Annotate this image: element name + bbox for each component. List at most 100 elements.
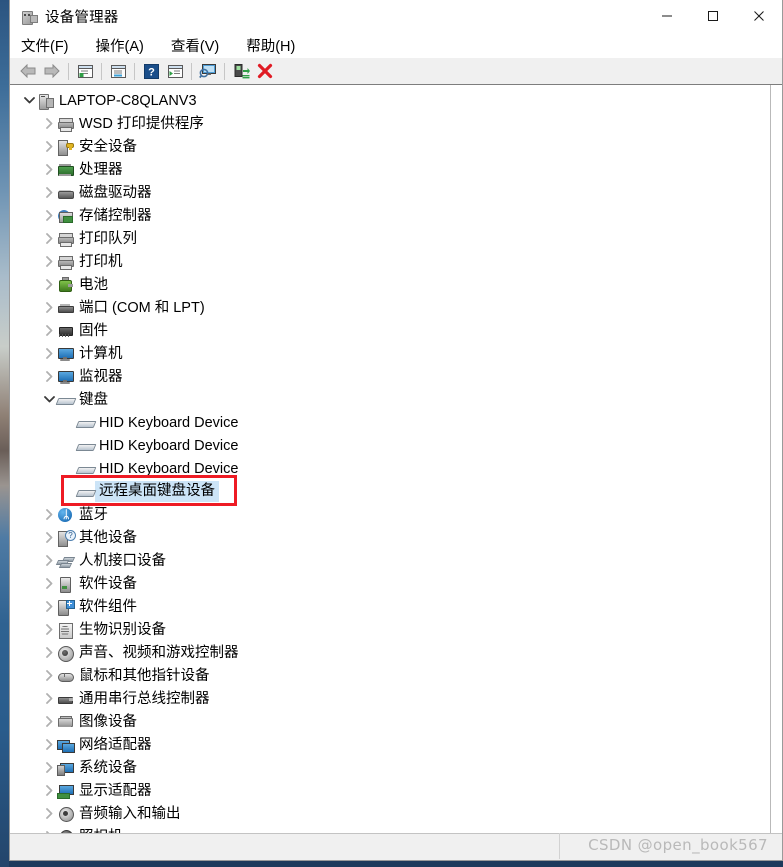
red-x-icon: [257, 63, 273, 79]
menu-file[interactable]: 文件(F): [19, 33, 71, 58]
chevron-right-icon[interactable]: [42, 687, 56, 710]
maximize-button[interactable]: [690, 0, 736, 32]
tree-row-label: 生物识别设备: [79, 621, 166, 638]
tree-row[interactable]: 固件: [10, 319, 770, 342]
tree-row[interactable]: 鼠标和其他指针设备: [10, 664, 770, 687]
chevron-right-icon[interactable]: [42, 779, 56, 802]
chevron-right-icon[interactable]: [42, 342, 56, 365]
tree-row-root[interactable]: LAPTOP-C8QLANV3: [10, 89, 770, 112]
chevron-right-icon[interactable]: [42, 618, 56, 641]
toolbar: ?: [10, 58, 782, 85]
chevron-right-icon[interactable]: [42, 503, 56, 526]
tree-row[interactable]: 监视器: [10, 365, 770, 388]
close-button[interactable]: [736, 0, 782, 32]
device-manager-window: 设备管理器 文件(F) 操作(A) 查看(V) 帮助(H) ? LAPTOP-C…: [9, 0, 783, 861]
tree-row[interactable]: 网络适配器: [10, 733, 770, 756]
tree-row[interactable]: 打印机: [10, 250, 770, 273]
chevron-right-icon[interactable]: [42, 135, 56, 158]
tree-row[interactable]: 打印队列: [10, 227, 770, 250]
chevron-right-icon[interactable]: [42, 227, 56, 250]
title-bar: 设备管理器: [10, 0, 782, 33]
tree-row[interactable]: 键盘: [10, 388, 770, 411]
chevron-right-icon[interactable]: [42, 802, 56, 825]
tree-row[interactable]: 安全设备: [10, 135, 770, 158]
tree-row[interactable]: HID Keyboard Device: [10, 457, 770, 480]
tree-row[interactable]: 电池: [10, 273, 770, 296]
document-window-icon: [110, 64, 126, 78]
tree-row[interactable]: 软件设备: [10, 572, 770, 595]
tree-row[interactable]: 照相机: [10, 825, 770, 833]
desktop-wallpaper-strip: [0, 0, 9, 867]
caption-buttons: [644, 0, 782, 32]
chevron-right-icon[interactable]: [42, 365, 56, 388]
tree-row[interactable]: 计算机: [10, 342, 770, 365]
enable-device-button[interactable]: [229, 60, 253, 82]
chevron-right-icon[interactable]: [42, 526, 56, 549]
properties-button[interactable]: [73, 60, 97, 82]
chevron-right-icon[interactable]: [42, 181, 56, 204]
forward-button[interactable]: [40, 60, 64, 82]
tree-row[interactable]: 通用串行总线控制器: [10, 687, 770, 710]
tree-row-label: 人机接口设备: [79, 552, 166, 569]
watermark-separator: [559, 833, 560, 859]
unknown-device-icon: ?: [56, 529, 76, 547]
show-hidden-button[interactable]: [163, 60, 187, 82]
tree-row[interactable]: 人机接口设备: [10, 549, 770, 572]
update-driver-button[interactable]: [106, 60, 130, 82]
chevron-right-icon[interactable]: [42, 204, 56, 227]
chevron-right-icon[interactable]: [42, 158, 56, 181]
scan-hardware-button[interactable]: [196, 60, 220, 82]
tree-row[interactable]: 声音、视频和游戏控制器: [10, 641, 770, 664]
chevron-right-icon[interactable]: [42, 825, 56, 833]
tree-row[interactable]: 生物识别设备: [10, 618, 770, 641]
chevron-right-icon[interactable]: [42, 273, 56, 296]
tree-row[interactable]: HID Keyboard Device: [10, 411, 770, 434]
tree-row[interactable]: WSD 打印提供程序: [10, 112, 770, 135]
chevron-right-icon[interactable]: [42, 733, 56, 756]
minimize-button[interactable]: [644, 0, 690, 32]
tree-row[interactable]: 音频输入和输出: [10, 802, 770, 825]
chevron-right-icon[interactable]: [42, 572, 56, 595]
chevron-right-icon[interactable]: [42, 250, 56, 273]
tree-row[interactable]: 端口 (COM 和 LPT): [10, 296, 770, 319]
tree-row[interactable]: HID Keyboard Device: [10, 434, 770, 457]
chevron-right-icon[interactable]: [42, 112, 56, 135]
menu-action[interactable]: 操作(A): [94, 33, 146, 58]
tree-row[interactable]: ᛦ 蓝牙: [10, 503, 770, 526]
device-tree-pane[interactable]: LAPTOP-C8QLANV3 WSD 打印提供程序 安全设备 处理器 磁盘驱动器 存储控…: [10, 85, 771, 833]
tree-row[interactable]: 软件组件: [10, 595, 770, 618]
right-detail-pane: [771, 85, 782, 833]
chevron-right-icon[interactable]: [42, 710, 56, 733]
tree-row[interactable]: 远程桌面键盘设备: [10, 480, 770, 503]
chevron-right-icon[interactable]: [42, 595, 56, 618]
tree-row[interactable]: 处理器: [10, 158, 770, 181]
chevron-down-icon[interactable]: [42, 388, 56, 411]
window-title: 设备管理器: [45, 9, 119, 26]
network-adapter-icon: [56, 736, 75, 754]
tree-row[interactable]: 图像设备: [10, 710, 770, 733]
tree-row[interactable]: ? 其他设备: [10, 526, 770, 549]
menu-help[interactable]: 帮助(H): [244, 33, 297, 58]
tree-row-label: 声音、视频和游戏控制器: [79, 644, 239, 661]
tree-row[interactable]: 系统设备: [10, 756, 770, 779]
chevron-right-icon[interactable]: [42, 296, 56, 319]
chevron-right-icon[interactable]: [42, 756, 56, 779]
back-button[interactable]: [16, 60, 40, 82]
device-tree[interactable]: LAPTOP-C8QLANV3 WSD 打印提供程序 安全设备 处理器 磁盘驱动器 存储控…: [10, 89, 770, 833]
tree-row[interactable]: 存储控制器: [10, 204, 770, 227]
chevron-right-icon[interactable]: [42, 319, 56, 342]
tree-row[interactable]: 磁盘驱动器: [10, 181, 770, 204]
no-twisty: [62, 457, 76, 480]
tree-row-label: 蓝牙: [79, 506, 108, 523]
chevron-right-icon[interactable]: [42, 549, 56, 572]
help-button[interactable]: ?: [139, 60, 163, 82]
tree-row[interactable]: 显示适配器: [10, 779, 770, 802]
chevron-right-icon[interactable]: [42, 641, 56, 664]
menu-bar: 文件(F) 操作(A) 查看(V) 帮助(H): [10, 33, 782, 58]
disk-drive-icon: [56, 184, 74, 202]
chevron-right-icon[interactable]: [42, 664, 56, 687]
chevron-down-icon[interactable]: [22, 89, 36, 112]
uninstall-device-button[interactable]: [253, 60, 277, 82]
audio-io-icon: [56, 805, 74, 823]
menu-view[interactable]: 查看(V): [169, 33, 221, 58]
